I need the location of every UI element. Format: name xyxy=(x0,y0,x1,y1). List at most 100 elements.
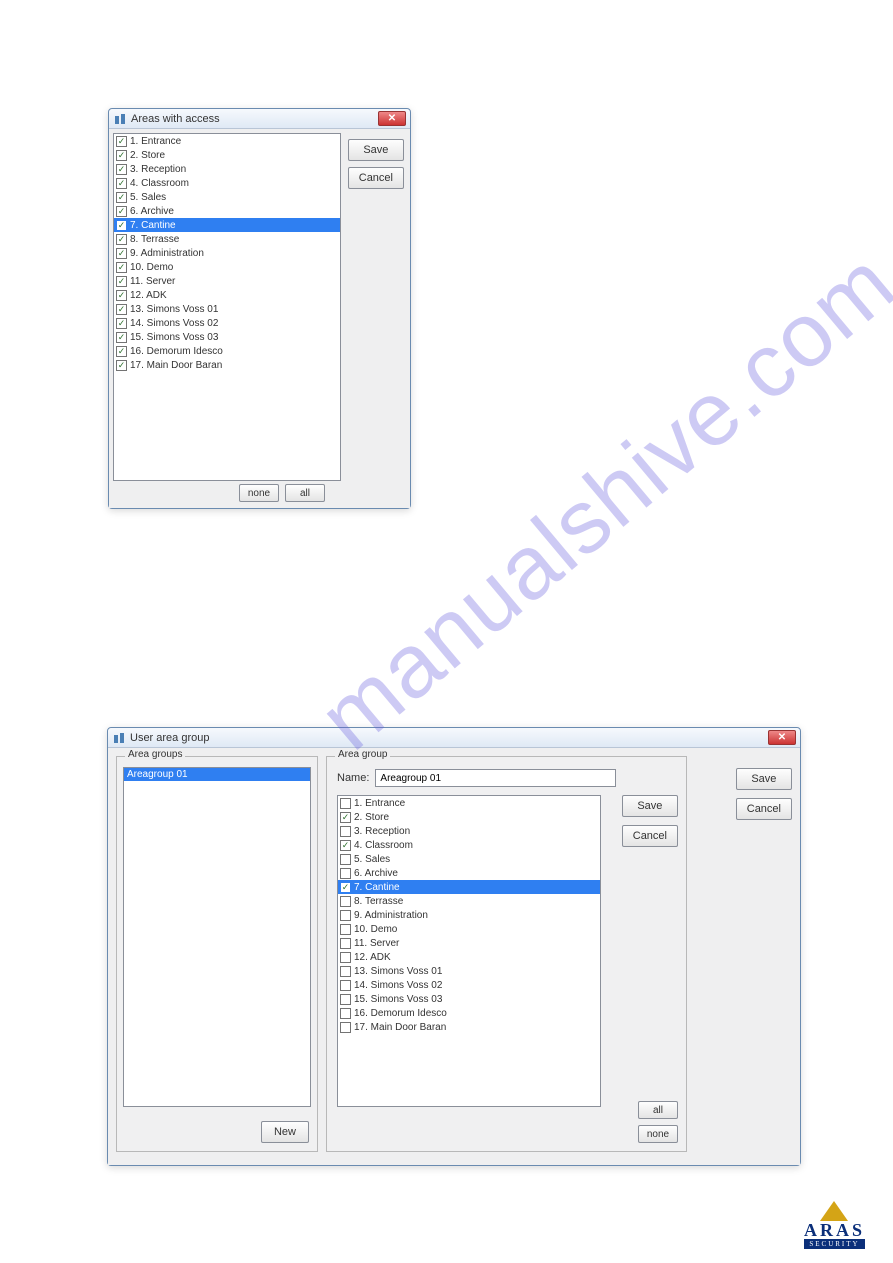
checkbox[interactable]: ✓ xyxy=(116,206,127,217)
checkbox[interactable]: ✓ xyxy=(116,192,127,203)
list-item[interactable]: 17. Main Door Baran xyxy=(338,1020,600,1034)
checkbox[interactable]: ✓ xyxy=(116,346,127,357)
checkbox[interactable]: ✓ xyxy=(116,248,127,259)
checkbox[interactable] xyxy=(340,868,351,879)
checkbox[interactable] xyxy=(340,966,351,977)
list-item-label: 2. Store xyxy=(354,812,389,823)
list-item-label: 11. Server xyxy=(130,276,175,287)
list-item[interactable]: 14. Simons Voss 02 xyxy=(338,978,600,992)
checkbox[interactable]: ✓ xyxy=(116,318,127,329)
list-item[interactable]: ✓9. Administration xyxy=(114,246,340,260)
list-item[interactable]: ✓7. Cantine xyxy=(338,880,600,894)
list-item[interactable]: ✓8. Terrasse xyxy=(114,232,340,246)
list-item[interactable]: 5. Sales xyxy=(338,852,600,866)
list-item[interactable]: ✓3. Reception xyxy=(114,162,340,176)
checkbox[interactable] xyxy=(340,826,351,837)
checkbox[interactable]: ✓ xyxy=(116,332,127,343)
list-item[interactable]: 16. Demorum Idesco xyxy=(338,1006,600,1020)
list-item[interactable]: ✓6. Archive xyxy=(114,204,340,218)
checkbox[interactable]: ✓ xyxy=(116,178,127,189)
list-item[interactable]: 8. Terrasse xyxy=(338,894,600,908)
new-button[interactable]: New xyxy=(261,1121,309,1143)
list-item[interactable]: 6. Archive xyxy=(338,866,600,880)
list-item-label: 4. Classroom xyxy=(130,178,189,189)
checkbox[interactable]: ✓ xyxy=(340,812,351,823)
checkbox[interactable]: ✓ xyxy=(116,276,127,287)
cancel-button[interactable]: Cancel xyxy=(622,825,678,847)
titlebar[interactable]: Areas with access ✕ xyxy=(109,109,410,129)
list-item[interactable]: ✓12. ADK xyxy=(114,288,340,302)
list-item[interactable]: 3. Reception xyxy=(338,824,600,838)
checkbox[interactable]: ✓ xyxy=(116,234,127,245)
checkbox[interactable] xyxy=(340,910,351,921)
list-item[interactable]: ✓13. Simons Voss 01 xyxy=(114,302,340,316)
list-item-label: 15. Simons Voss 03 xyxy=(130,332,218,343)
checkbox[interactable]: ✓ xyxy=(116,150,127,161)
save-button[interactable]: Save xyxy=(736,768,792,790)
list-item[interactable]: ✓1. Entrance xyxy=(114,134,340,148)
cancel-button[interactable]: Cancel xyxy=(736,798,792,820)
checkbox[interactable]: ✓ xyxy=(116,304,127,315)
app-icon xyxy=(112,731,126,745)
checkbox[interactable]: ✓ xyxy=(116,262,127,273)
checkbox[interactable]: ✓ xyxy=(116,360,127,371)
checkbox[interactable] xyxy=(340,994,351,1005)
all-button[interactable]: all xyxy=(285,484,325,502)
close-button[interactable]: ✕ xyxy=(378,111,406,126)
checkbox[interactable]: ✓ xyxy=(340,840,351,851)
list-item[interactable]: 9. Administration xyxy=(338,908,600,922)
list-item[interactable]: ✓5. Sales xyxy=(114,190,340,204)
checkbox[interactable] xyxy=(340,980,351,991)
areas-listbox[interactable]: 1. Entrance✓2. Store3. Reception✓4. Clas… xyxy=(337,795,601,1107)
list-item[interactable]: ✓16. Demorum Idesco xyxy=(114,344,340,358)
close-button[interactable]: ✕ xyxy=(768,730,796,745)
list-item[interactable]: ✓4. Classroom xyxy=(338,838,600,852)
area-groups-listbox[interactable]: Areagroup 01 xyxy=(123,767,311,1107)
list-item[interactable]: 15. Simons Voss 03 xyxy=(338,992,600,1006)
area-group-legend: Area group xyxy=(335,749,390,760)
list-item-label: 14. Simons Voss 02 xyxy=(354,980,442,991)
all-button[interactable]: all xyxy=(638,1101,678,1119)
list-item[interactable]: ✓14. Simons Voss 02 xyxy=(114,316,340,330)
checkbox[interactable]: ✓ xyxy=(116,164,127,175)
none-button[interactable]: none xyxy=(239,484,279,502)
list-item[interactable]: ✓11. Server xyxy=(114,274,340,288)
checkbox[interactable] xyxy=(340,938,351,949)
area-group-fieldset: Area group Name: 1. Entrance✓2. Store3. … xyxy=(326,756,687,1152)
list-item[interactable]: ✓2. Store xyxy=(114,148,340,162)
name-label: Name: xyxy=(337,772,369,784)
list-item[interactable]: 12. ADK xyxy=(338,950,600,964)
list-item[interactable]: ✓7. Cantine xyxy=(114,218,340,232)
list-item-label: 14. Simons Voss 02 xyxy=(130,318,218,329)
checkbox[interactable] xyxy=(340,896,351,907)
list-item[interactable]: Areagroup 01 xyxy=(124,768,310,781)
checkbox[interactable] xyxy=(340,798,351,809)
list-item[interactable]: ✓10. Demo xyxy=(114,260,340,274)
list-item[interactable]: 1. Entrance xyxy=(338,796,600,810)
close-icon: ✕ xyxy=(388,114,396,124)
titlebar[interactable]: User area group ✕ xyxy=(108,728,800,748)
checkbox[interactable]: ✓ xyxy=(340,882,351,893)
name-input[interactable] xyxy=(375,769,616,787)
cancel-button[interactable]: Cancel xyxy=(348,167,404,189)
list-item[interactable]: 10. Demo xyxy=(338,922,600,936)
checkbox[interactable] xyxy=(340,952,351,963)
list-item[interactable]: ✓4. Classroom xyxy=(114,176,340,190)
checkbox[interactable]: ✓ xyxy=(116,220,127,231)
list-item-label: 8. Terrasse xyxy=(130,234,179,245)
checkbox[interactable] xyxy=(340,854,351,865)
areas-listbox[interactable]: ✓1. Entrance✓2. Store✓3. Reception✓4. Cl… xyxy=(113,133,341,481)
list-item[interactable]: ✓17. Main Door Baran xyxy=(114,358,340,372)
checkbox[interactable]: ✓ xyxy=(116,136,127,147)
checkbox[interactable]: ✓ xyxy=(116,290,127,301)
checkbox[interactable] xyxy=(340,1008,351,1019)
list-item[interactable]: ✓15. Simons Voss 03 xyxy=(114,330,340,344)
save-button[interactable]: Save xyxy=(348,139,404,161)
list-item[interactable]: 13. Simons Voss 01 xyxy=(338,964,600,978)
list-item[interactable]: ✓2. Store xyxy=(338,810,600,824)
save-button[interactable]: Save xyxy=(622,795,678,817)
list-item[interactable]: 11. Server xyxy=(338,936,600,950)
checkbox[interactable] xyxy=(340,924,351,935)
none-button[interactable]: none xyxy=(638,1125,678,1143)
checkbox[interactable] xyxy=(340,1022,351,1033)
